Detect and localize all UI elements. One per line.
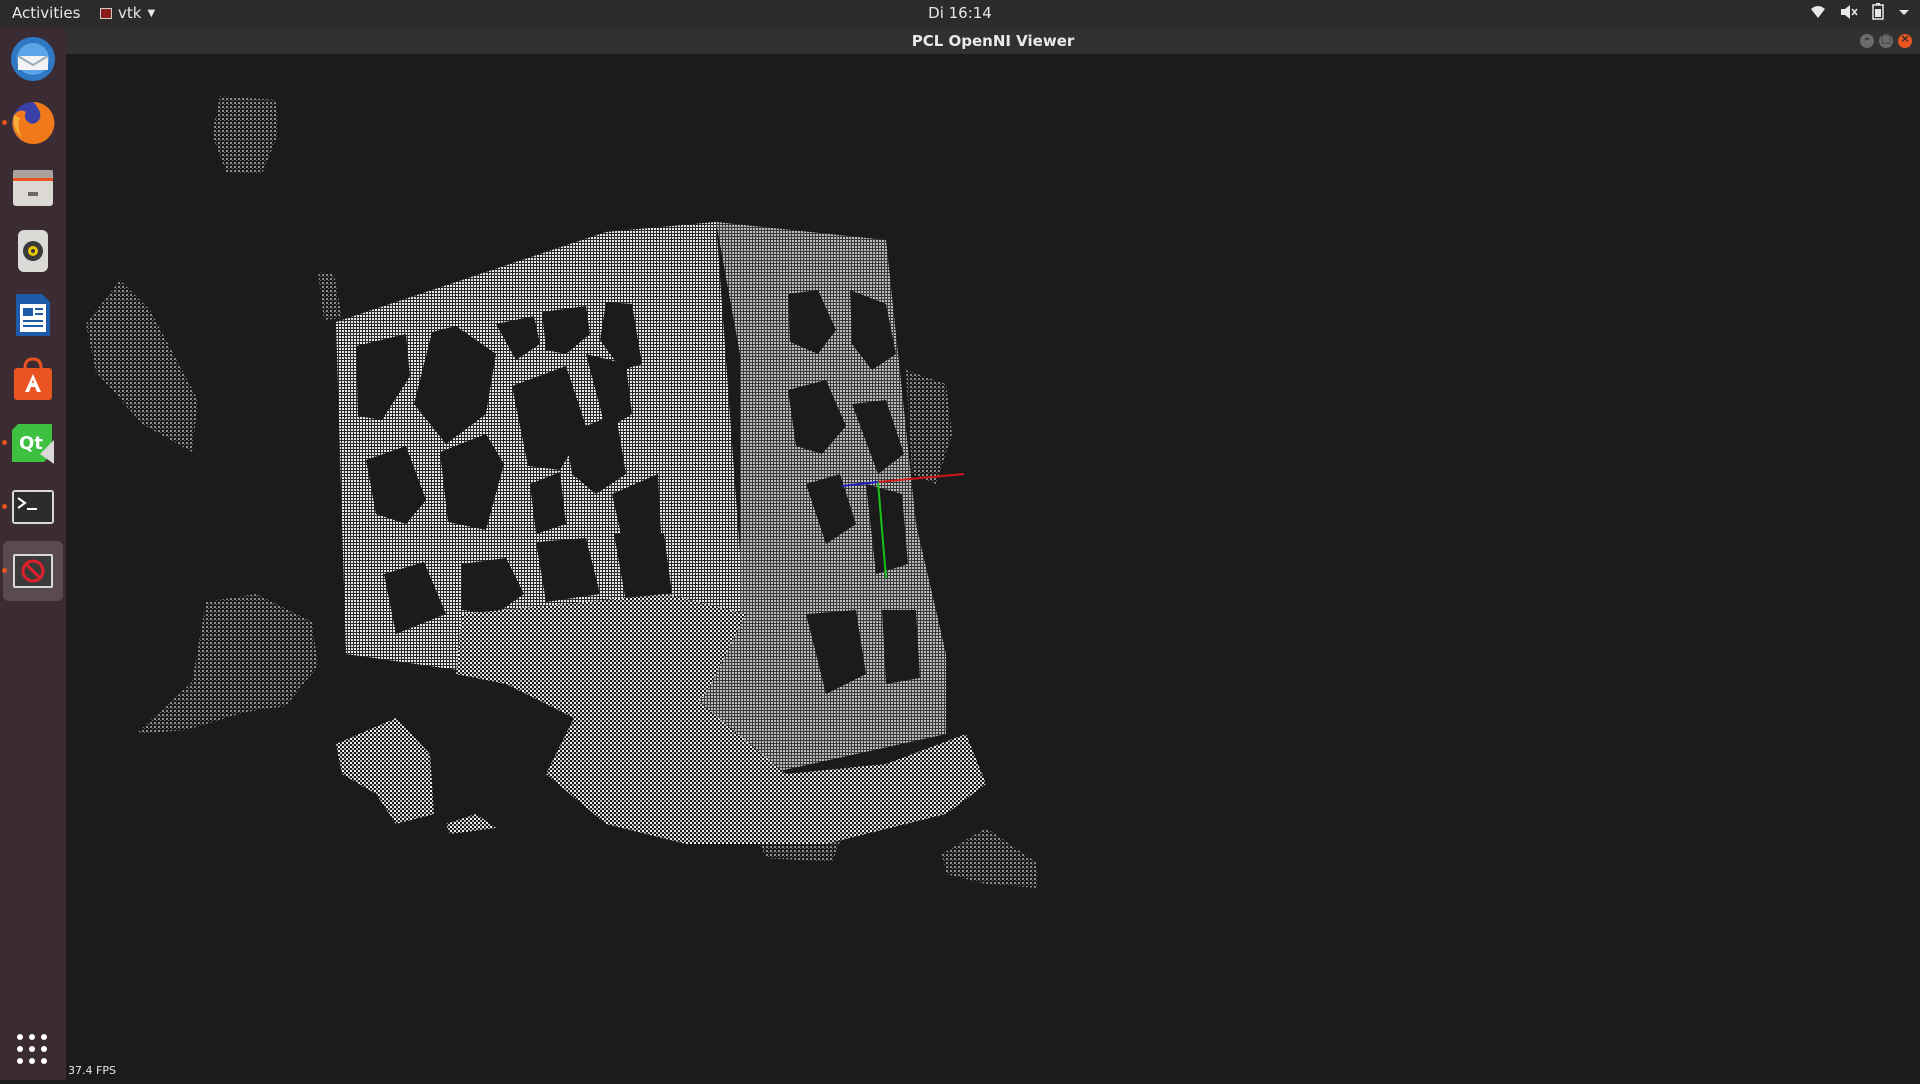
app-menu[interactable]: vtk ▼ (100, 4, 155, 22)
document-icon (16, 294, 50, 336)
files-icon (13, 170, 53, 206)
maximize-button[interactable]: □ (1879, 32, 1893, 48)
point-cluster (212, 96, 278, 174)
point-cluster (86, 280, 198, 452)
app-menu-label: vtk (118, 4, 142, 22)
dock: Qt (0, 27, 66, 1080)
qt-icon: Qt (12, 424, 54, 464)
grid-icon (17, 1034, 47, 1064)
minimize-icon: – (1864, 32, 1870, 45)
svg-text:Qt: Qt (19, 433, 43, 454)
point-cloud-render (66, 54, 1038, 888)
running-indicator (2, 440, 7, 445)
floor-fragment (336, 718, 434, 824)
dock-item-qtcreator[interactable]: Qt (2, 418, 58, 468)
window-titlebar[interactable]: PCL OpenNI Viewer – □ × (66, 27, 1920, 54)
show-applications-button[interactable] (14, 1031, 50, 1067)
close-icon: × (1900, 32, 1910, 45)
maximize-icon: □ (1880, 32, 1892, 45)
point-cloud-viewport[interactable] (66, 54, 1920, 1080)
dock-item-files[interactable] (8, 162, 58, 212)
volume-muted-icon (1841, 4, 1858, 19)
store-icon (14, 357, 52, 400)
chevron-down-icon: ▼ (147, 7, 156, 19)
battery-icon (1872, 3, 1884, 20)
dock-item-rhythmbox[interactable] (8, 226, 58, 276)
fps-counter: 37.4 FPS (68, 1064, 116, 1077)
dock-item-writer[interactable] (8, 290, 58, 340)
system-tray[interactable] (1810, 3, 1910, 20)
point-cluster (906, 370, 952, 484)
activities-button[interactable]: Activities (12, 4, 80, 22)
running-indicator (2, 504, 7, 509)
clock[interactable]: Di 16:14 (928, 4, 992, 22)
point-cluster (318, 272, 342, 320)
point-cluster (942, 828, 1038, 888)
point-cluster (66, 54, 762, 55)
dock-item-software[interactable] (8, 354, 58, 404)
floor-fragment (446, 814, 496, 834)
firefox-icon (12, 101, 55, 144)
point-cluster (136, 594, 318, 734)
speaker-icon (18, 230, 48, 272)
terminal-icon (12, 490, 54, 524)
top-bar: Activities vtk ▼ Di 16:14 (0, 0, 1920, 27)
close-button[interactable]: × (1898, 32, 1912, 48)
dock-item-firefox[interactable] (2, 98, 58, 148)
chevron-down-icon (1899, 9, 1909, 15)
no-entry-icon (13, 554, 53, 588)
running-indicator (2, 568, 7, 573)
wifi-icon (1811, 5, 1825, 18)
dock-item-terminal[interactable] (2, 482, 58, 532)
mail-icon (11, 37, 55, 81)
app-menu-icon (100, 7, 112, 19)
dock-item-thunderbird[interactable] (8, 34, 58, 84)
running-indicator (2, 120, 7, 125)
dock-item-vtk-viewer[interactable] (2, 541, 63, 601)
minimize-button[interactable]: – (1860, 32, 1874, 48)
window-title: PCL OpenNI Viewer (911, 32, 1075, 50)
